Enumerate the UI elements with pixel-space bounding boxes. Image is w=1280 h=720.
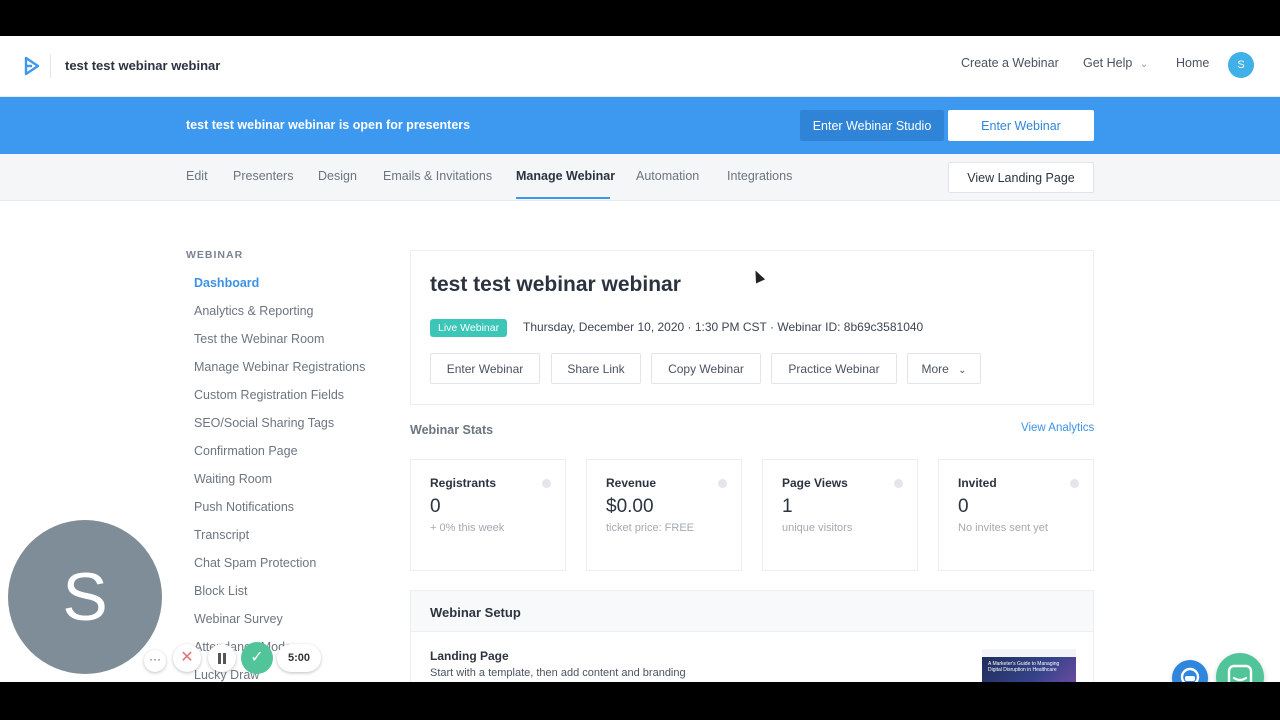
stat-value: 0 (430, 496, 441, 517)
landing-page-title[interactable]: Landing Page (430, 649, 509, 663)
stat-card-registrants: Registrants 0 + 0% this week (410, 459, 566, 571)
status-badge: Live Webinar (430, 319, 508, 337)
more-menu-button[interactable]: More ⌄ (907, 353, 981, 384)
get-help-label: Get Help (1083, 56, 1133, 70)
view-analytics-link[interactable]: View Analytics (1021, 422, 1094, 434)
active-tab-indicator (516, 197, 610, 199)
sidebar-item-transcript[interactable]: Transcript (194, 528, 249, 542)
webinar-title: test test webinar webinar (430, 273, 681, 296)
stat-label: Invited (958, 476, 997, 490)
user-avatar[interactable]: S (1228, 52, 1254, 78)
get-help-menu[interactable]: Get Help ⌄ (1083, 56, 1148, 70)
chat-launcher-button[interactable] (1216, 653, 1264, 682)
section-tabs: Edit Presenters Design Emails & Invitati… (0, 154, 1280, 201)
headset-icon (1180, 667, 1200, 682)
sidebar-item-test-room[interactable]: Test the Webinar Room (194, 332, 324, 346)
tab-emails-invitations[interactable]: Emails & Invitations (383, 169, 492, 183)
stats-heading: Webinar Stats (410, 423, 494, 437)
sidebar-item-push[interactable]: Push Notifications (194, 500, 294, 514)
banner-message: test test webinar webinar is open for pr… (186, 118, 471, 132)
cancel-recording-button[interactable]: ✕ (173, 644, 201, 672)
brand-logo-icon[interactable] (24, 56, 40, 76)
app-frame: test test webinar webinar Create a Webin… (0, 36, 1280, 682)
chat-icon (1227, 664, 1253, 682)
sidebar-item-custom-fields[interactable]: Custom Registration Fields (194, 388, 344, 402)
thumbnail-caption: A Marketer's Guide to Managing Digital D… (988, 661, 1060, 673)
tab-presenters[interactable]: Presenters (233, 169, 293, 183)
tab-design[interactable]: Design (318, 169, 357, 183)
support-button[interactable] (1172, 660, 1208, 682)
stat-label: Page Views (782, 476, 848, 490)
sidebar-item-registrations[interactable]: Manage Webinar Registrations (194, 360, 365, 374)
stat-subtext: + 0% this week (430, 522, 505, 534)
stat-value: 0 (958, 496, 969, 517)
enter-webinar-button[interactable]: Enter Webinar (948, 110, 1094, 141)
copy-webinar-button[interactable]: Copy Webinar (651, 353, 761, 384)
more-label: More (921, 361, 949, 376)
stat-label: Revenue (606, 476, 657, 490)
setup-header: Webinar Setup (411, 591, 1093, 632)
enter-webinar-studio-button[interactable]: Enter Webinar Studio (800, 110, 944, 141)
presenter-banner: test test webinar webinar is open for pr… (0, 97, 1280, 154)
stat-value: 1 (782, 496, 793, 517)
create-webinar-link[interactable]: Create a Webinar (961, 56, 1059, 70)
landing-page-thumbnail[interactable]: A Marketer's Guide to Managing Digital D… (982, 649, 1076, 682)
top-navbar: test test webinar webinar Create a Webin… (0, 36, 1280, 97)
presenter-webcam-avatar: S (8, 520, 162, 674)
stat-subtext: ticket price: FREE (606, 522, 695, 534)
sidebar-item-analytics[interactable]: Analytics & Reporting (194, 304, 314, 318)
sidebar-item-waiting-room[interactable]: Waiting Room (194, 472, 272, 486)
sidebar-item-confirmation[interactable]: Confirmation Page (194, 444, 298, 458)
stat-label: Registrants (430, 476, 497, 490)
sidebar-item-seo[interactable]: SEO/Social Sharing Tags (194, 416, 334, 430)
tab-automation[interactable]: Automation (636, 169, 699, 183)
sidebar-item-block-list[interactable]: Block List (194, 584, 248, 598)
info-icon[interactable] (542, 479, 551, 488)
logo-divider (50, 54, 51, 78)
recording-timer: 5:00 (277, 644, 321, 672)
tab-integrations[interactable]: Integrations (727, 169, 792, 183)
sidebar-item-dashboard[interactable]: Dashboard (194, 276, 259, 290)
info-icon[interactable] (1070, 479, 1079, 488)
landing-page-description: Start with a template, then add content … (430, 667, 686, 679)
stat-value: $0.00 (606, 496, 654, 517)
setup-title: Webinar Setup (430, 605, 521, 620)
stat-card-page-views: Page Views 1 unique visitors (762, 459, 918, 571)
home-link[interactable]: Home (1176, 56, 1209, 70)
sidebar-item-chat-spam[interactable]: Chat Spam Protection (194, 556, 316, 570)
tab-edit[interactable]: Edit (186, 169, 208, 183)
enter-webinar-action-button[interactable]: Enter Webinar (430, 353, 540, 384)
share-link-button[interactable]: Share Link (551, 353, 641, 384)
info-icon[interactable] (718, 479, 727, 488)
finish-recording-button[interactable]: ✓ (241, 642, 273, 674)
more-options-icon[interactable]: ··· (144, 650, 166, 672)
stat-subtext: unique visitors (782, 522, 853, 534)
stat-card-revenue: Revenue $0.00 ticket price: FREE (586, 459, 742, 571)
info-icon[interactable] (894, 479, 903, 488)
webinar-setup-panel: Webinar Setup Landing Page Start with a … (410, 590, 1094, 682)
practice-webinar-button[interactable]: Practice Webinar (771, 353, 897, 384)
sidebar-item-survey[interactable]: Webinar Survey (194, 612, 283, 626)
app-title: test test webinar webinar (65, 58, 221, 73)
webinar-meta: Thursday, December 10, 2020 · 1:30 PM CS… (523, 320, 924, 334)
chevron-down-icon: ⌄ (958, 364, 967, 376)
sidebar-heading: WEBINAR (186, 249, 244, 261)
view-landing-page-button[interactable]: View Landing Page (948, 162, 1094, 193)
stat-subtext: No invites sent yet (958, 522, 1048, 534)
pause-icon[interactable] (208, 644, 236, 672)
stat-card-invited: Invited 0 No invites sent yet (938, 459, 1094, 571)
tab-manage-webinar[interactable]: Manage Webinar (516, 169, 615, 183)
chevron-down-icon: ⌄ (1139, 59, 1149, 70)
